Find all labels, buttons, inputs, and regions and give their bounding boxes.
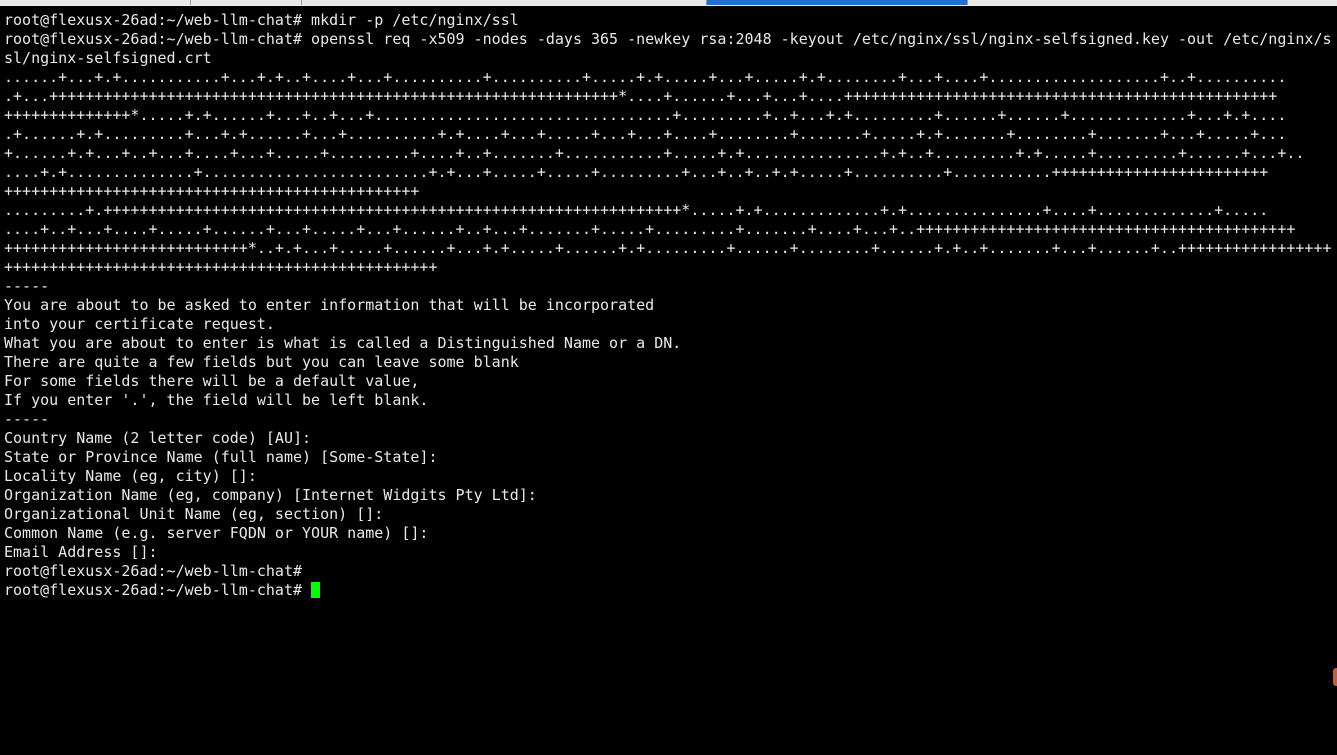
terminal-line: +++++++++++++++++++++++++++*..+.+...+...…	[4, 239, 1332, 257]
terminal-line: Country Name (2 letter code) [AU]:	[4, 429, 312, 447]
terminal-line: ....+..+...+....+.....+......+...+.....+…	[4, 220, 1296, 238]
window-tab[interactable]	[0, 0, 191, 5]
terminal-line: ....+.+..............+..................…	[4, 163, 1269, 181]
terminal-line: sl/nginx-selfsigned.crt	[4, 49, 212, 67]
terminal-line: You are about to be asked to enter infor…	[4, 296, 655, 314]
terminal-line: Email Address []:	[4, 543, 158, 561]
terminal-line: root@flexusx-26ad:~/web-llm-chat# mkdir …	[4, 11, 519, 29]
window-tab-active[interactable]	[707, 0, 968, 5]
terminal-line: For some fields there will be a default …	[4, 372, 420, 390]
terminal-prompt-line[interactable]: root@flexusx-26ad:~/web-llm-chat#	[4, 581, 1337, 600]
terminal-line: -----	[4, 277, 50, 295]
terminal-line: root@flexusx-26ad:~/web-llm-chat#	[4, 562, 303, 580]
terminal-line: ++++++++++++++*.....+.+......+...+..+...…	[4, 106, 1287, 124]
terminal-line: .+...+++++++++++++++++++++++++++++++++++…	[4, 87, 1278, 105]
terminal-line: Organizational Unit Name (eg, section) […	[4, 505, 384, 523]
terminal-line: There are quite a few fields but you can…	[4, 353, 519, 371]
terminal-line: .+......+.+.........+...+.+......+...+..…	[4, 125, 1287, 143]
terminal-output[interactable]: root@flexusx-26ad:~/web-llm-chat# mkdir …	[0, 11, 1337, 755]
terminal-line: ++++++++++++++++++++++++++++++++++++++++…	[4, 258, 438, 276]
terminal-line: ......+...+.+...........+...+.+..+....+.…	[4, 68, 1287, 86]
terminal-prompt: root@flexusx-26ad:~/web-llm-chat#	[4, 581, 303, 599]
terminal-line: Organization Name (eg, company) [Interne…	[4, 486, 537, 504]
window-tab[interactable]	[302, 0, 707, 5]
terminal-line: .........+.+++++++++++++++++++++++++++++…	[4, 201, 1269, 219]
terminal-line: What you are about to enter is what is c…	[4, 334, 682, 352]
terminal-line: ++++++++++++++++++++++++++++++++++++++++…	[4, 182, 420, 200]
terminal-line: Locality Name (eg, city) []:	[4, 467, 257, 485]
terminal-line: +......+.+...+..+...+....+...+.....+....…	[4, 144, 1305, 162]
terminal-line: into your certificate request.	[4, 315, 275, 333]
window-tab[interactable]	[191, 0, 302, 5]
terminal-line: If you enter '.', the field will be left…	[4, 391, 429, 409]
terminal-line: -----	[4, 410, 50, 428]
terminal-line: Common Name (e.g. server FQDN or YOUR na…	[4, 524, 429, 542]
terminal-line: State or Province Name (full name) [Some…	[4, 448, 438, 466]
window-tab-strip	[0, 0, 1337, 6]
window-tab[interactable]	[968, 0, 1337, 5]
terminal-line: root@flexusx-26ad:~/web-llm-chat# openss…	[4, 30, 1332, 48]
mouse-pointer-icon	[1333, 668, 1337, 686]
terminal-cursor[interactable]	[311, 582, 321, 598]
